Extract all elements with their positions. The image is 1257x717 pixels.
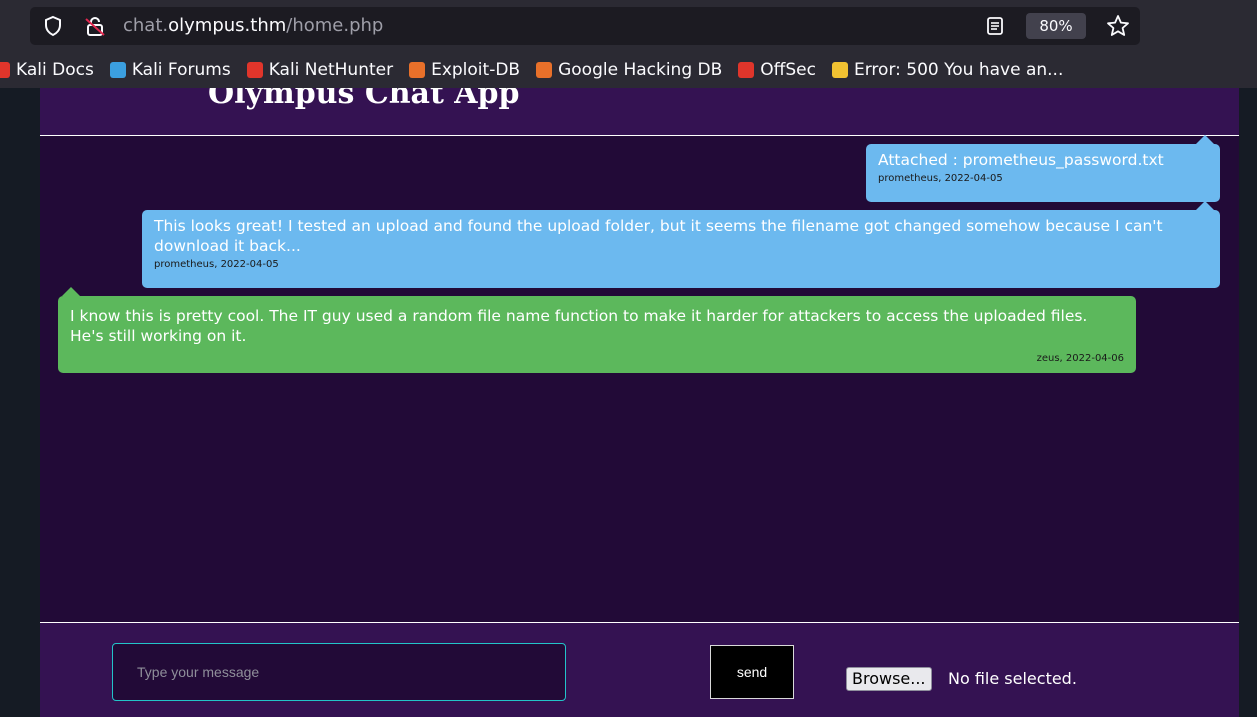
offsec-icon bbox=[738, 62, 755, 78]
bookmark-label: Kali NetHunter bbox=[268, 60, 394, 80]
browse-file-button[interactable]: Browse... bbox=[846, 667, 932, 691]
bookmarks-toolbar: Kali Docs Kali Forums Kali NetHunter Exploi… bbox=[0, 52, 1257, 88]
bookmark-label: Error: 500 You have an... bbox=[854, 60, 1064, 80]
app-header: Olympus Chat App bbox=[40, 88, 1239, 135]
shield-icon[interactable] bbox=[42, 15, 64, 37]
chat-messages-area: Attached : prometheus_password.txt prome… bbox=[40, 135, 1239, 622]
bookmark-label: Kali Forums bbox=[131, 60, 231, 80]
page-gutter-left bbox=[0, 88, 40, 717]
message-meta: prometheus, 2022-04-05 bbox=[154, 259, 279, 270]
bookmark-label: OffSec bbox=[760, 60, 816, 80]
kali-forums-icon bbox=[109, 62, 126, 78]
kali-nethunter-icon bbox=[246, 62, 263, 78]
reader-view-icon[interactable] bbox=[985, 15, 1005, 41]
message-text: This looks great! I tested an upload and… bbox=[154, 217, 1163, 255]
message-text: Attached : prometheus_password.txt bbox=[878, 151, 1164, 169]
bookmark-item[interactable]: Kali NetHunter bbox=[246, 60, 394, 80]
message-composer: send Browse... No file selected. bbox=[40, 623, 1239, 717]
message-text: I know this is pretty cool. The IT guy u… bbox=[70, 307, 1088, 345]
google-hacking-db-icon bbox=[536, 62, 553, 78]
app-title: Olympus Chat App bbox=[208, 88, 520, 111]
exploit-db-icon bbox=[409, 62, 426, 78]
bookmark-item[interactable]: Exploit-DB bbox=[409, 60, 520, 80]
bookmark-star-icon[interactable] bbox=[1105, 13, 1131, 43]
url-text[interactable]: chat.olympus.thm/home.php bbox=[123, 7, 383, 45]
file-status-text: No file selected. bbox=[948, 669, 1077, 688]
bookmark-label: Exploit-DB bbox=[431, 60, 521, 80]
zoom-level-button[interactable]: 80% bbox=[1026, 13, 1086, 39]
message-input[interactable] bbox=[112, 643, 566, 701]
kali-docs-icon bbox=[0, 62, 10, 78]
bookmark-item[interactable]: Kali Forums bbox=[109, 60, 231, 80]
bookmark-item[interactable]: Google Hacking DB bbox=[536, 60, 722, 80]
message-bubble: I know this is pretty cool. The IT guy u… bbox=[58, 287, 1136, 373]
bookmark-label: Google Hacking DB bbox=[558, 60, 723, 80]
bookmark-item[interactable]: OffSec bbox=[738, 60, 816, 80]
message-meta: prometheus, 2022-04-05 bbox=[878, 173, 1003, 184]
message-bubble: Attached : prometheus_password.txt prome… bbox=[866, 135, 1220, 202]
message-meta: zeus, 2022-04-06 bbox=[1036, 353, 1124, 364]
insecure-lock-icon[interactable] bbox=[84, 15, 106, 37]
bookmark-item[interactable]: Kali Docs bbox=[0, 60, 94, 80]
page-gutter-right bbox=[1239, 88, 1257, 717]
bookmark-label: Kali Docs bbox=[16, 60, 94, 80]
error-page-icon bbox=[832, 62, 848, 78]
bookmark-item[interactable]: Error: 500 You have an... bbox=[832, 60, 1063, 80]
send-button[interactable]: send bbox=[710, 645, 794, 699]
browser-toolbar: chat.olympus.thm/home.php 80% bbox=[0, 0, 1257, 52]
url-bar[interactable]: chat.olympus.thm/home.php 80% bbox=[30, 7, 1140, 45]
message-bubble: This looks great! I tested an upload and… bbox=[142, 201, 1220, 288]
